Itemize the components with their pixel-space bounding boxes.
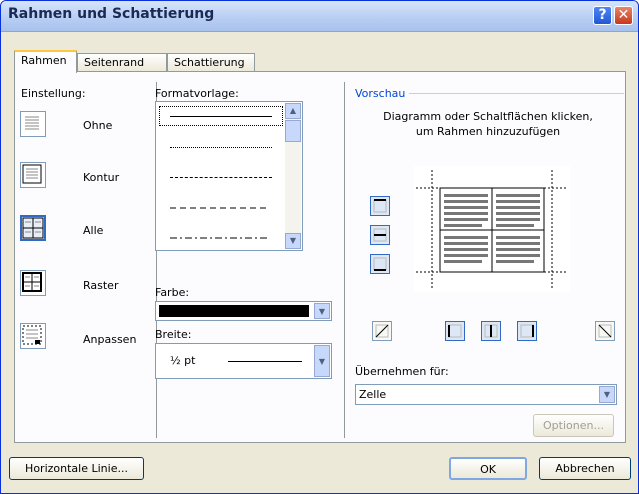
border-top-toggle-icon[interactable] [370, 196, 390, 216]
setting-raster-icon[interactable] [20, 270, 46, 296]
border-right-toggle-icon[interactable] [517, 321, 537, 341]
color-select[interactable]: ▼ [155, 301, 332, 321]
border-left-toggle-icon[interactable] [445, 321, 465, 341]
title-bar: Rahmen und Schattierung ? ✕ [1, 1, 638, 32]
chevron-down-icon[interactable]: ▼ [314, 303, 330, 319]
scroll-up-arrow-icon[interactable]: ▲ [285, 103, 301, 119]
setting-ohne-label[interactable]: Ohne [83, 119, 112, 132]
divider [344, 82, 345, 438]
line-style-dashed[interactable] [160, 168, 282, 186]
diagonal-down-border-icon[interactable] [595, 321, 615, 341]
setting-alle-label[interactable]: Alle [83, 224, 103, 237]
ok-button[interactable]: OK [449, 457, 527, 480]
options-button[interactable]: Optionen... [533, 414, 614, 437]
horizontal-line-button[interactable]: Horizontale Linie... [9, 457, 144, 480]
farbe-label: Farbe: [155, 286, 190, 299]
width-select[interactable]: ½ pt ▼ [155, 343, 332, 379]
setting-kontur-label[interactable]: Kontur [83, 171, 119, 184]
breite-label: Breite: [155, 328, 192, 341]
border-bottom-toggle-icon[interactable] [370, 254, 390, 274]
line-style-list[interactable]: ▲ ▼ [155, 101, 303, 251]
setting-kontur-icon[interactable] [20, 162, 46, 188]
dialog-title: Rahmen und Schattierung [8, 6, 215, 22]
border-inside-horizontal-toggle-icon[interactable] [370, 225, 390, 245]
vorschau-label: Vorschau [355, 87, 406, 100]
help-button[interactable]: ? [593, 6, 612, 25]
list-scrollbar[interactable]: ▲ ▼ [285, 103, 301, 249]
uebernehmen-label: Übernehmen für: [355, 365, 449, 378]
apply-to-select[interactable]: Zelle ▼ [355, 384, 617, 405]
line-style-solid[interactable] [159, 106, 283, 126]
preview-hint: Diagramm oder Schaltflächen klicken, um … [383, 110, 593, 138]
tab-schattierung[interactable]: Schattierung [167, 53, 255, 71]
setting-anpassen-icon[interactable] [20, 323, 46, 349]
formatvorlage-label: Formatvorlage: [155, 87, 239, 100]
border-inside-vertical-toggle-icon[interactable] [481, 321, 501, 341]
apply-to-value: Zelle [359, 388, 387, 401]
line-style-dash-dot[interactable] [160, 228, 282, 246]
line-style-dotted[interactable] [160, 138, 282, 156]
chevron-down-icon[interactable]: ▼ [314, 345, 330, 377]
scroll-thumb[interactable] [285, 120, 301, 142]
setting-anpassen-label[interactable]: Anpassen [83, 333, 136, 346]
setting-alle-icon[interactable] [20, 215, 46, 241]
setting-raster-label[interactable]: Raster [83, 279, 118, 292]
chevron-down-icon[interactable]: ▼ [599, 386, 615, 403]
width-value: ½ pt [170, 354, 196, 367]
line-style-long-dashed[interactable] [160, 198, 282, 216]
width-line-sample [228, 361, 302, 362]
scroll-down-arrow-icon[interactable]: ▼ [285, 233, 301, 249]
diagonal-up-border-icon[interactable] [372, 321, 392, 341]
einstellung-label: Einstellung: [21, 87, 86, 100]
preview-diagram[interactable] [414, 166, 570, 292]
color-swatch [159, 305, 309, 317]
dialog-window: Rahmen und Schattierung ? ✕ Rahmen Seite… [0, 0, 639, 494]
tab-rahmen[interactable]: Rahmen [14, 50, 77, 73]
vorschau-divider [409, 93, 624, 94]
setting-ohne-icon[interactable] [20, 111, 46, 137]
close-button[interactable]: ✕ [614, 6, 633, 25]
cancel-button[interactable]: Abbrechen [539, 457, 631, 480]
tab-seitenrand[interactable]: Seitenrand [77, 53, 167, 71]
